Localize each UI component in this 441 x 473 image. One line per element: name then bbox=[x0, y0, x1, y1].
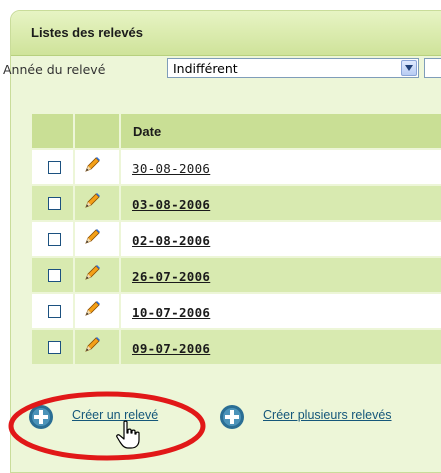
date-link[interactable]: 30-08-2006 bbox=[132, 161, 210, 176]
table-row: 30-08-2006 bbox=[32, 149, 441, 186]
table-row: 26-07-2006 bbox=[32, 257, 441, 294]
row-select-cell bbox=[32, 257, 75, 294]
create-multiple-releves-link[interactable]: Créer plusieurs relevés bbox=[263, 408, 392, 422]
year-filter-label: Année du relevé bbox=[3, 62, 106, 77]
pencil-icon[interactable] bbox=[83, 156, 119, 178]
row-date-cell: 30-08-2006 bbox=[120, 149, 441, 186]
plus-circle-icon[interactable] bbox=[28, 404, 54, 430]
date-column-header[interactable]: Date bbox=[120, 114, 441, 150]
row-checkbox[interactable] bbox=[48, 160, 61, 174]
releves-table: Date 30-08-2006 03-08-2006 02-08-2006 26-07… bbox=[32, 114, 441, 366]
row-checkbox[interactable] bbox=[48, 232, 61, 246]
filter-row: Année du relevé Indifférent bbox=[0, 50, 441, 90]
table-row: 02-08-2006 bbox=[32, 221, 441, 258]
actions-bar: Créer un relevé Créer plusieurs relevés bbox=[0, 390, 441, 450]
date-link[interactable]: 02-08-2006 bbox=[132, 233, 210, 248]
chevron-down-icon[interactable] bbox=[401, 60, 417, 76]
row-checkbox[interactable] bbox=[48, 304, 61, 318]
row-date-cell: 03-08-2006 bbox=[120, 185, 441, 222]
pencil-icon[interactable] bbox=[83, 264, 119, 286]
date-link[interactable]: 10-07-2006 bbox=[132, 305, 210, 320]
row-edit-cell bbox=[74, 149, 121, 186]
table-header-row: Date bbox=[32, 114, 441, 150]
table-row: 10-07-2006 bbox=[32, 293, 441, 330]
row-edit-cell bbox=[74, 221, 121, 258]
table-row: 03-08-2006 bbox=[32, 185, 441, 222]
pencil-icon[interactable] bbox=[83, 336, 119, 358]
pencil-icon[interactable] bbox=[83, 228, 119, 250]
panel-title: Listes des relevés bbox=[31, 25, 144, 40]
row-edit-cell bbox=[74, 185, 121, 222]
row-edit-cell bbox=[74, 257, 121, 294]
plus-circle-icon[interactable] bbox=[219, 404, 245, 430]
row-date-cell: 26-07-2006 bbox=[120, 257, 441, 294]
row-select-cell bbox=[32, 329, 75, 366]
table-row: 09-07-2006 bbox=[32, 329, 441, 366]
pencil-icon[interactable] bbox=[83, 300, 119, 322]
edit-column-header bbox=[74, 114, 121, 150]
row-select-cell bbox=[32, 185, 75, 222]
row-select-cell bbox=[32, 293, 75, 330]
row-date-cell: 10-07-2006 bbox=[120, 293, 441, 330]
row-select-cell bbox=[32, 149, 75, 186]
row-date-cell: 02-08-2006 bbox=[120, 221, 441, 258]
row-date-cell: 09-07-2006 bbox=[120, 329, 441, 366]
row-edit-cell bbox=[74, 293, 121, 330]
row-checkbox[interactable] bbox=[48, 340, 61, 354]
row-checkbox[interactable] bbox=[48, 196, 61, 210]
row-edit-cell bbox=[74, 329, 121, 366]
extra-filter-field[interactable] bbox=[424, 58, 441, 78]
date-link[interactable]: 03-08-2006 bbox=[132, 197, 210, 212]
date-link[interactable]: 26-07-2006 bbox=[132, 269, 210, 284]
select-column-header bbox=[32, 114, 75, 150]
row-checkbox[interactable] bbox=[48, 268, 61, 282]
year-select-value: Indifférent bbox=[173, 61, 238, 76]
date-link[interactable]: 09-07-2006 bbox=[132, 341, 210, 356]
row-select-cell bbox=[32, 221, 75, 258]
create-releve-link[interactable]: Créer un relevé bbox=[72, 408, 158, 422]
pencil-icon[interactable] bbox=[83, 192, 119, 214]
year-select[interactable]: Indifférent bbox=[167, 58, 419, 78]
